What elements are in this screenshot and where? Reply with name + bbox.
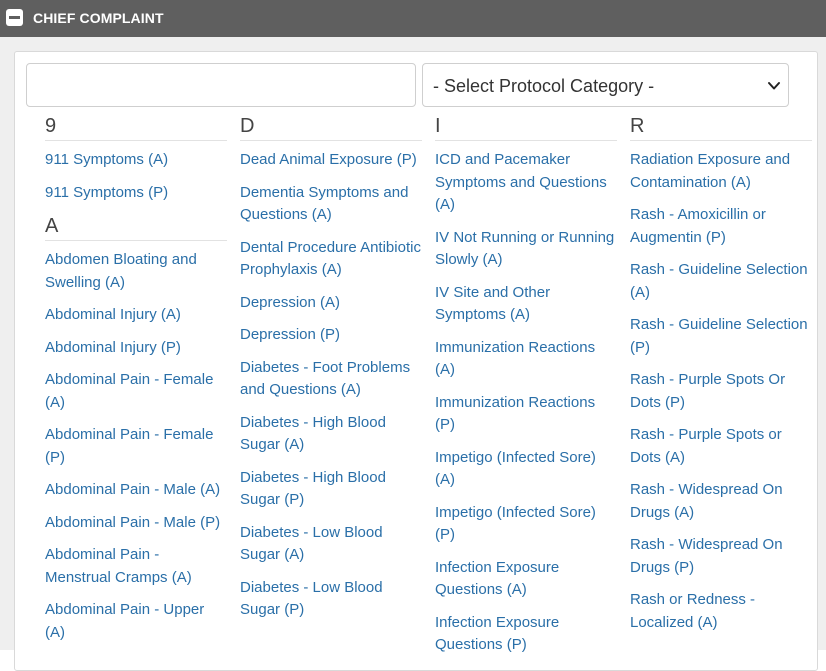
letter-heading: A	[45, 214, 227, 241]
protocol-link[interactable]: Rash - Guideline Selection (A)	[630, 259, 812, 304]
protocol-link[interactable]: Diabetes - Foot Problems and Questions (…	[240, 357, 422, 402]
protocol-link[interactable]: Rash - Amoxicillin or Augmentin (P)	[630, 204, 812, 249]
protocol-column-9-a: 9 911 Symptoms (A) 911 Symptoms (P) A Abdome…	[45, 114, 227, 654]
protocol-category-select[interactable]: - Select Protocol Category -	[422, 63, 789, 107]
protocol-link[interactable]: Depression (P)	[240, 324, 422, 347]
protocol-link[interactable]: Diabetes - Low Blood Sugar (A)	[240, 522, 422, 567]
protocol-link[interactable]: Rash - Guideline Selection (P)	[630, 314, 812, 359]
section-title: CHIEF COMPLAINT	[33, 10, 164, 26]
protocol-link[interactable]: Impetigo (Infected Sore) (P)	[435, 502, 617, 547]
protocol-link[interactable]: Dementia Symptoms and Questions (A)	[240, 182, 422, 227]
protocol-link[interactable]: Infection Exposure Questions (A)	[435, 557, 617, 602]
protocol-link[interactable]: Depression (A)	[240, 292, 422, 315]
protocol-link[interactable]: Rash - Widespread On Drugs (P)	[630, 534, 812, 579]
protocol-link[interactable]: Rash - Purple Spots or Dots (A)	[630, 424, 812, 469]
protocol-link[interactable]: Diabetes - High Blood Sugar (P)	[240, 467, 422, 512]
collapse-icon[interactable]	[6, 9, 23, 26]
section-header: CHIEF COMPLAINT	[0, 0, 826, 37]
protocol-link[interactable]: Abdomen Bloating and Swelling (A)	[45, 249, 227, 294]
protocol-link[interactable]: Diabetes - Low Blood Sugar (P)	[240, 577, 422, 622]
letter-heading: D	[240, 114, 422, 141]
letter-heading: I	[435, 114, 617, 141]
chevron-down-icon	[768, 82, 780, 90]
protocol-link[interactable]: Abdominal Pain - Menstrual Cramps (A)	[45, 544, 227, 589]
search-input[interactable]	[26, 63, 416, 107]
protocol-link[interactable]: Dead Animal Exposure (P)	[240, 149, 422, 172]
protocol-link[interactable]: Abdominal Pain - Female (A)	[45, 369, 227, 414]
protocol-link[interactable]: IV Not Running or Running Slowly (A)	[435, 227, 617, 272]
protocol-link[interactable]: Diabetes - High Blood Sugar (A)	[240, 412, 422, 457]
protocol-column-i: I ICD and Pacemaker Symptoms and Question…	[435, 114, 617, 667]
protocol-link[interactable]: Rash or Redness - Localized (A)	[630, 589, 812, 634]
protocol-link[interactable]: Rash - Purple Spots Or Dots (P)	[630, 369, 812, 414]
protocol-link[interactable]: Abdominal Injury (P)	[45, 337, 227, 360]
protocol-column-d: D Dead Animal Exposure (P) Dementia Sympto…	[240, 114, 422, 632]
protocol-link[interactable]: 911 Symptoms (A)	[45, 149, 227, 172]
letter-heading: 9	[45, 114, 227, 141]
protocol-link[interactable]: 911 Symptoms (P)	[45, 182, 227, 205]
protocol-link[interactable]: Immunization Reactions (P)	[435, 392, 617, 437]
protocol-link[interactable]: Abdominal Pain - Male (A)	[45, 479, 227, 502]
select-value: - Select Protocol Category -	[433, 76, 655, 96]
protocol-link[interactable]: ICD and Pacemaker Symptoms and Questions…	[435, 149, 617, 217]
protocol-link[interactable]: Abdominal Pain - Upper (A)	[45, 599, 227, 644]
protocol-link[interactable]: Impetigo (Infected Sore) (A)	[435, 447, 617, 492]
protocol-link[interactable]: Rash - Widespread On Drugs (A)	[630, 479, 812, 524]
protocol-link[interactable]: Abdominal Pain - Female (P)	[45, 424, 227, 469]
protocol-column-r: R Radiation Exposure and Contamination (A…	[630, 114, 812, 644]
protocol-link[interactable]: Immunization Reactions (A)	[435, 337, 617, 382]
letter-heading: R	[630, 114, 812, 141]
protocol-link[interactable]: Radiation Exposure and Contamination (A)	[630, 149, 812, 194]
protocol-link[interactable]: Dental Procedure Antibiotic Prophylaxis …	[240, 237, 422, 282]
protocol-link[interactable]: Abdominal Injury (A)	[45, 304, 227, 327]
protocol-link[interactable]: Abdominal Pain - Male (P)	[45, 512, 227, 535]
protocol-link[interactable]: IV Site and Other Symptoms (A)	[435, 282, 617, 327]
